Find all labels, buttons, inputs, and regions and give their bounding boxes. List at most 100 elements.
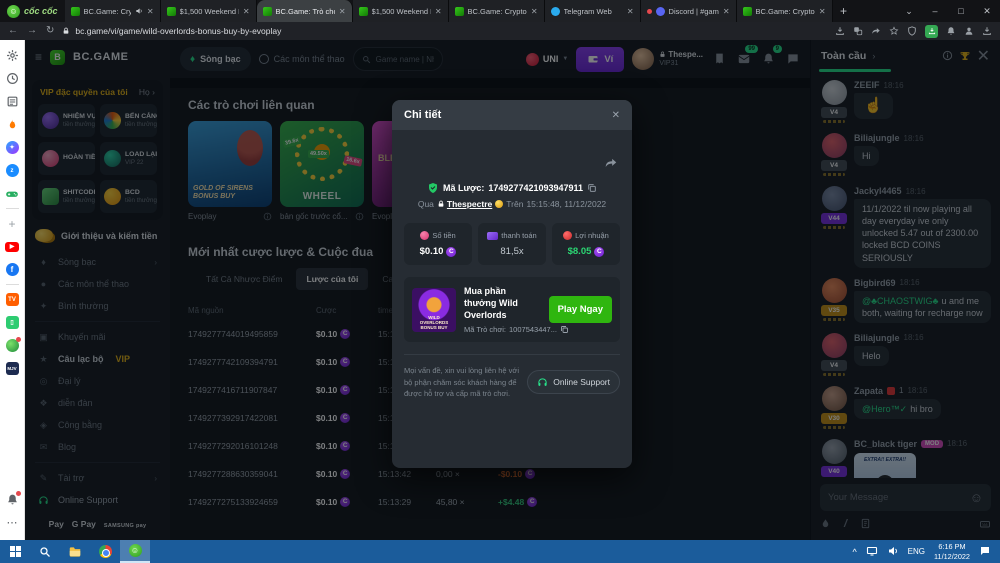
divider: [6, 208, 19, 209]
bcgame-favicon: [359, 7, 368, 16]
tab-bcgame-1[interactable]: BC.Game: Crypto Ca✕: [65, 0, 161, 22]
store-app-icon[interactable]: ▯: [0, 311, 25, 334]
add-shortcut-icon[interactable]: +: [0, 212, 25, 235]
translate-icon[interactable]: [853, 26, 863, 36]
browser-side-strip: ✦ z + ▶ f TV ▯ MJV ⋯: [0, 40, 25, 540]
start-button[interactable]: [0, 540, 30, 563]
bird-app-icon[interactable]: [0, 334, 25, 357]
tab-close-icon[interactable]: ✕: [147, 7, 154, 16]
lock-icon: [437, 200, 445, 208]
address-bar: ← → ↻ bc.game/vi/game/wild-overlords-bon…: [0, 22, 1000, 40]
reload-icon[interactable]: ↻: [46, 26, 54, 36]
tab-bcgame-3[interactable]: BC.Game: Crypto Ca✕: [737, 0, 833, 22]
strip-more-icon[interactable]: ⋯: [0, 511, 25, 534]
tab-close-icon[interactable]: ✕: [723, 7, 730, 16]
back-icon[interactable]: ←: [8, 26, 18, 36]
coccoc-brand[interactable]: ☺ cốc cốc: [0, 0, 65, 22]
clock[interactable]: 6:16 PM 11/12/2022: [934, 542, 970, 561]
bcgame-favicon: [455, 7, 464, 16]
tab-close-icon[interactable]: ✕: [435, 7, 442, 16]
modal-close-icon[interactable]: ✕: [612, 110, 620, 121]
headset-icon: [537, 377, 548, 388]
tab-bcgame-2[interactable]: BC.Game: Crypto Ca✕: [449, 0, 545, 22]
stat-payout: thanh toán 81,5x: [478, 223, 546, 265]
online-support-button[interactable]: Online Support: [527, 370, 620, 394]
zalo-icon[interactable]: z: [0, 159, 25, 182]
facebook-icon[interactable]: f: [0, 258, 25, 281]
save-page-icon[interactable]: [835, 26, 845, 36]
bookmark-star-icon[interactable]: [889, 26, 899, 36]
divider: [6, 284, 19, 285]
verified-shield-icon: [427, 182, 439, 194]
browser-update-icon[interactable]: [925, 25, 938, 38]
game-title: Mua phần thưởng Wild Overlords: [464, 285, 541, 321]
payout-icon: [487, 232, 498, 240]
tab-weekend-1[interactable]: $1,500 Weekend Ev✕: [161, 0, 257, 22]
bcgame-favicon: [71, 7, 80, 16]
bcgame-favicon: [167, 7, 176, 16]
tab-audio-icon[interactable]: [135, 7, 143, 15]
chrome-icon[interactable]: [90, 540, 120, 563]
moneybag-icon: [495, 200, 503, 208]
url-field[interactable]: bc.game/vi/game/wild-overlords-bonus-buy…: [62, 26, 827, 36]
copy-icon[interactable]: [587, 183, 597, 193]
strip-bell-icon[interactable]: [0, 488, 25, 511]
taskbar-search-icon[interactable]: [30, 540, 60, 563]
coccoc-taskbar-icon[interactable]: ☺: [120, 540, 150, 563]
game-info-box: WILD OVERLORDS BONUS BUY Mua phần thưởng…: [404, 277, 620, 342]
network-icon[interactable]: [866, 543, 878, 561]
tray-expand-icon[interactable]: ^: [852, 547, 856, 557]
lock-icon: [62, 27, 70, 35]
notifications-bell-icon[interactable]: [946, 26, 956, 36]
url-text[interactable]: bc.game/vi/game/wild-overlords-bonus-buy…: [75, 26, 281, 36]
bet-user-link[interactable]: Thespectre: [437, 199, 492, 209]
tab-close-icon[interactable]: ✕: [819, 7, 826, 16]
volume-icon[interactable]: [887, 543, 899, 561]
telegram-favicon: [551, 7, 560, 16]
tv360-icon[interactable]: TV: [0, 288, 25, 311]
mjv-app-icon[interactable]: MJV: [0, 357, 25, 380]
play-now-button[interactable]: Play Ngay: [549, 296, 612, 323]
adblock-shield-icon[interactable]: [907, 26, 917, 36]
coin-icon: [594, 247, 604, 257]
share-icon[interactable]: [871, 26, 881, 36]
amount-icon: [420, 231, 429, 240]
tab-telegram[interactable]: Telegram Web✕: [545, 0, 641, 22]
games-icon[interactable]: [0, 182, 25, 205]
downloads-tray-icon[interactable]: [982, 26, 992, 36]
bcgame-favicon: [263, 7, 272, 16]
profit-icon: [563, 231, 572, 240]
modal-header: Chi tiết ✕: [392, 100, 632, 130]
newsfeed-icon[interactable]: [0, 90, 25, 113]
window-controls: ⌄ – □ ✕: [896, 0, 1000, 22]
bet-timestamp: 15:15:48, 11/12/2022: [526, 199, 606, 209]
tab-close-icon[interactable]: ✕: [339, 7, 346, 16]
system-tray: ^ ENG 6:16 PM 11/12/2022: [852, 540, 1000, 563]
game-thumbnail[interactable]: WILD OVERLORDS BONUS BUY: [412, 288, 456, 332]
new-tab-button[interactable]: +: [833, 0, 855, 22]
tab-bcgame-active[interactable]: BC.Game: Trò chơi s✕: [257, 0, 353, 22]
messenger-icon[interactable]: ✦: [0, 136, 25, 159]
tab-close-icon[interactable]: ✕: [243, 7, 250, 16]
file-explorer-icon[interactable]: [60, 540, 90, 563]
close-window-button[interactable]: ✕: [974, 0, 1000, 22]
youtube-icon[interactable]: ▶: [0, 235, 25, 258]
tab-search-icon[interactable]: ⌄: [896, 0, 922, 22]
language-indicator[interactable]: ENG: [908, 547, 925, 556]
hot-trends-icon[interactable]: [0, 113, 25, 136]
tab-close-icon[interactable]: ✕: [627, 7, 634, 16]
modal-title: Chi tiết: [404, 109, 441, 121]
copy-icon[interactable]: [560, 325, 569, 334]
profile-icon[interactable]: [964, 26, 974, 36]
tab-close-icon[interactable]: ✕: [531, 7, 538, 16]
notification-dot-icon: [647, 9, 652, 14]
bcgame-favicon: [743, 7, 752, 16]
notification-center-icon[interactable]: [979, 543, 991, 561]
share-bet-icon[interactable]: [604, 156, 618, 170]
history-icon[interactable]: [0, 67, 25, 90]
tab-discord[interactable]: Discord | #gam✕: [641, 0, 737, 22]
minimize-button[interactable]: –: [922, 0, 948, 22]
tab-weekend-2[interactable]: $1,500 Weekend Ev✕: [353, 0, 449, 22]
forward-icon[interactable]: →: [27, 26, 37, 36]
settings-gear-icon[interactable]: [0, 44, 25, 67]
